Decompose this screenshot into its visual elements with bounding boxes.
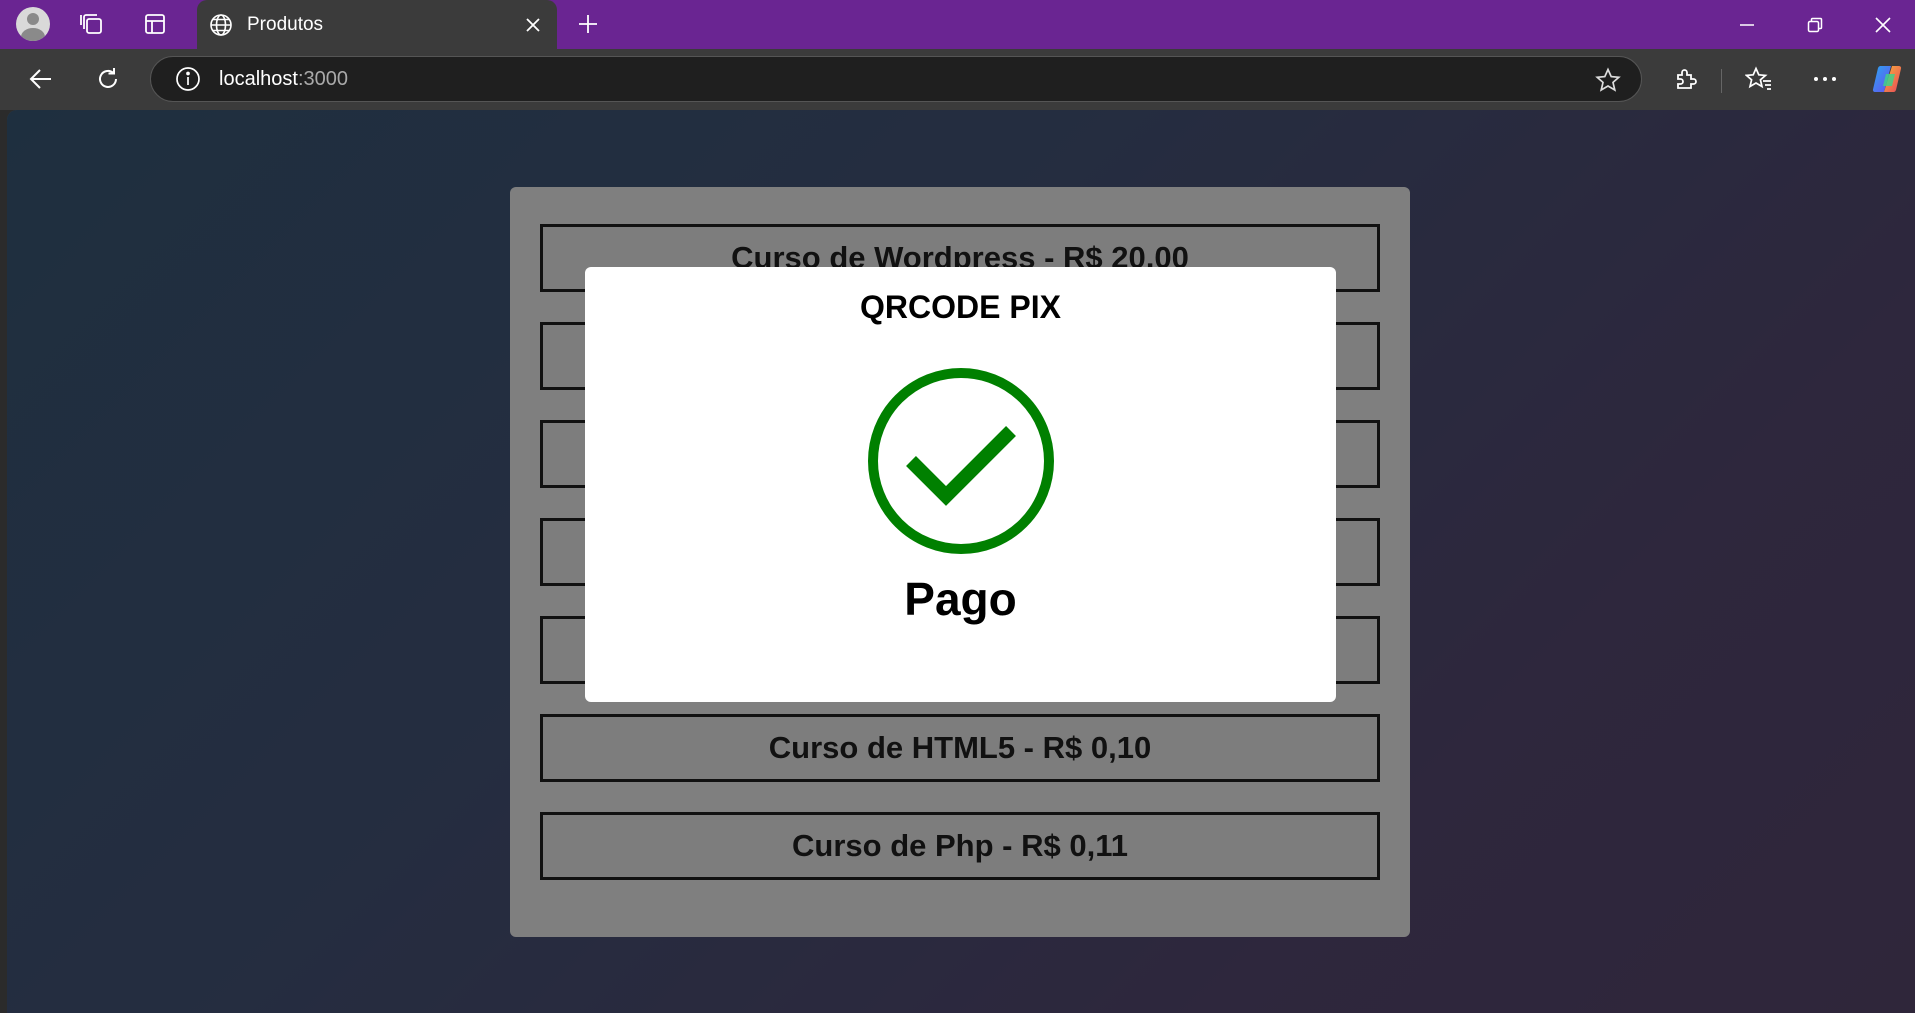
refresh-icon[interactable] <box>86 59 130 99</box>
avatar <box>16 7 50 41</box>
browser-tab[interactable]: Produtos <box>197 0 557 50</box>
minimize-icon[interactable] <box>1713 0 1781 49</box>
star-icon[interactable] <box>1593 65 1623 95</box>
back-arrow-icon[interactable] <box>19 59 63 99</box>
close-tab-icon[interactable] <box>515 7 551 43</box>
favorites-icon[interactable] <box>1737 59 1781 99</box>
check-circle-icon <box>866 366 1056 556</box>
page-viewport: Curso de Wordpress - R$ 20,00 Curso de H… <box>7 110 1915 1013</box>
new-tab-icon[interactable] <box>568 6 608 42</box>
address-bar[interactable]: localhost:3000 <box>150 56 1642 102</box>
info-icon[interactable] <box>173 64 203 94</box>
extensions-icon[interactable] <box>1664 59 1708 99</box>
url-host: localhost <box>219 67 298 90</box>
profile-avatar[interactable] <box>11 6 55 42</box>
copilot-icon[interactable] <box>1866 59 1910 99</box>
toolbar-divider <box>1721 69 1722 93</box>
browser-toolbar: localhost:3000 <box>0 49 1915 110</box>
globe-icon <box>207 11 235 39</box>
url-port: :3000 <box>297 67 348 90</box>
title-bar: Produtos <box>0 0 1915 50</box>
tab-title: Produtos <box>247 14 324 35</box>
close-window-icon[interactable] <box>1849 0 1915 49</box>
tab-actions-icon[interactable] <box>133 6 177 42</box>
restore-icon[interactable] <box>1781 0 1849 49</box>
payment-status: Pago <box>904 573 1017 625</box>
url-text: localhost:3000 <box>219 68 348 91</box>
more-options-icon[interactable] <box>1803 59 1847 99</box>
modal-title: QRCODE PIX <box>860 289 1061 325</box>
workspaces-icon[interactable] <box>70 6 114 42</box>
payment-modal: QRCODE PIX Pago <box>585 267 1336 702</box>
